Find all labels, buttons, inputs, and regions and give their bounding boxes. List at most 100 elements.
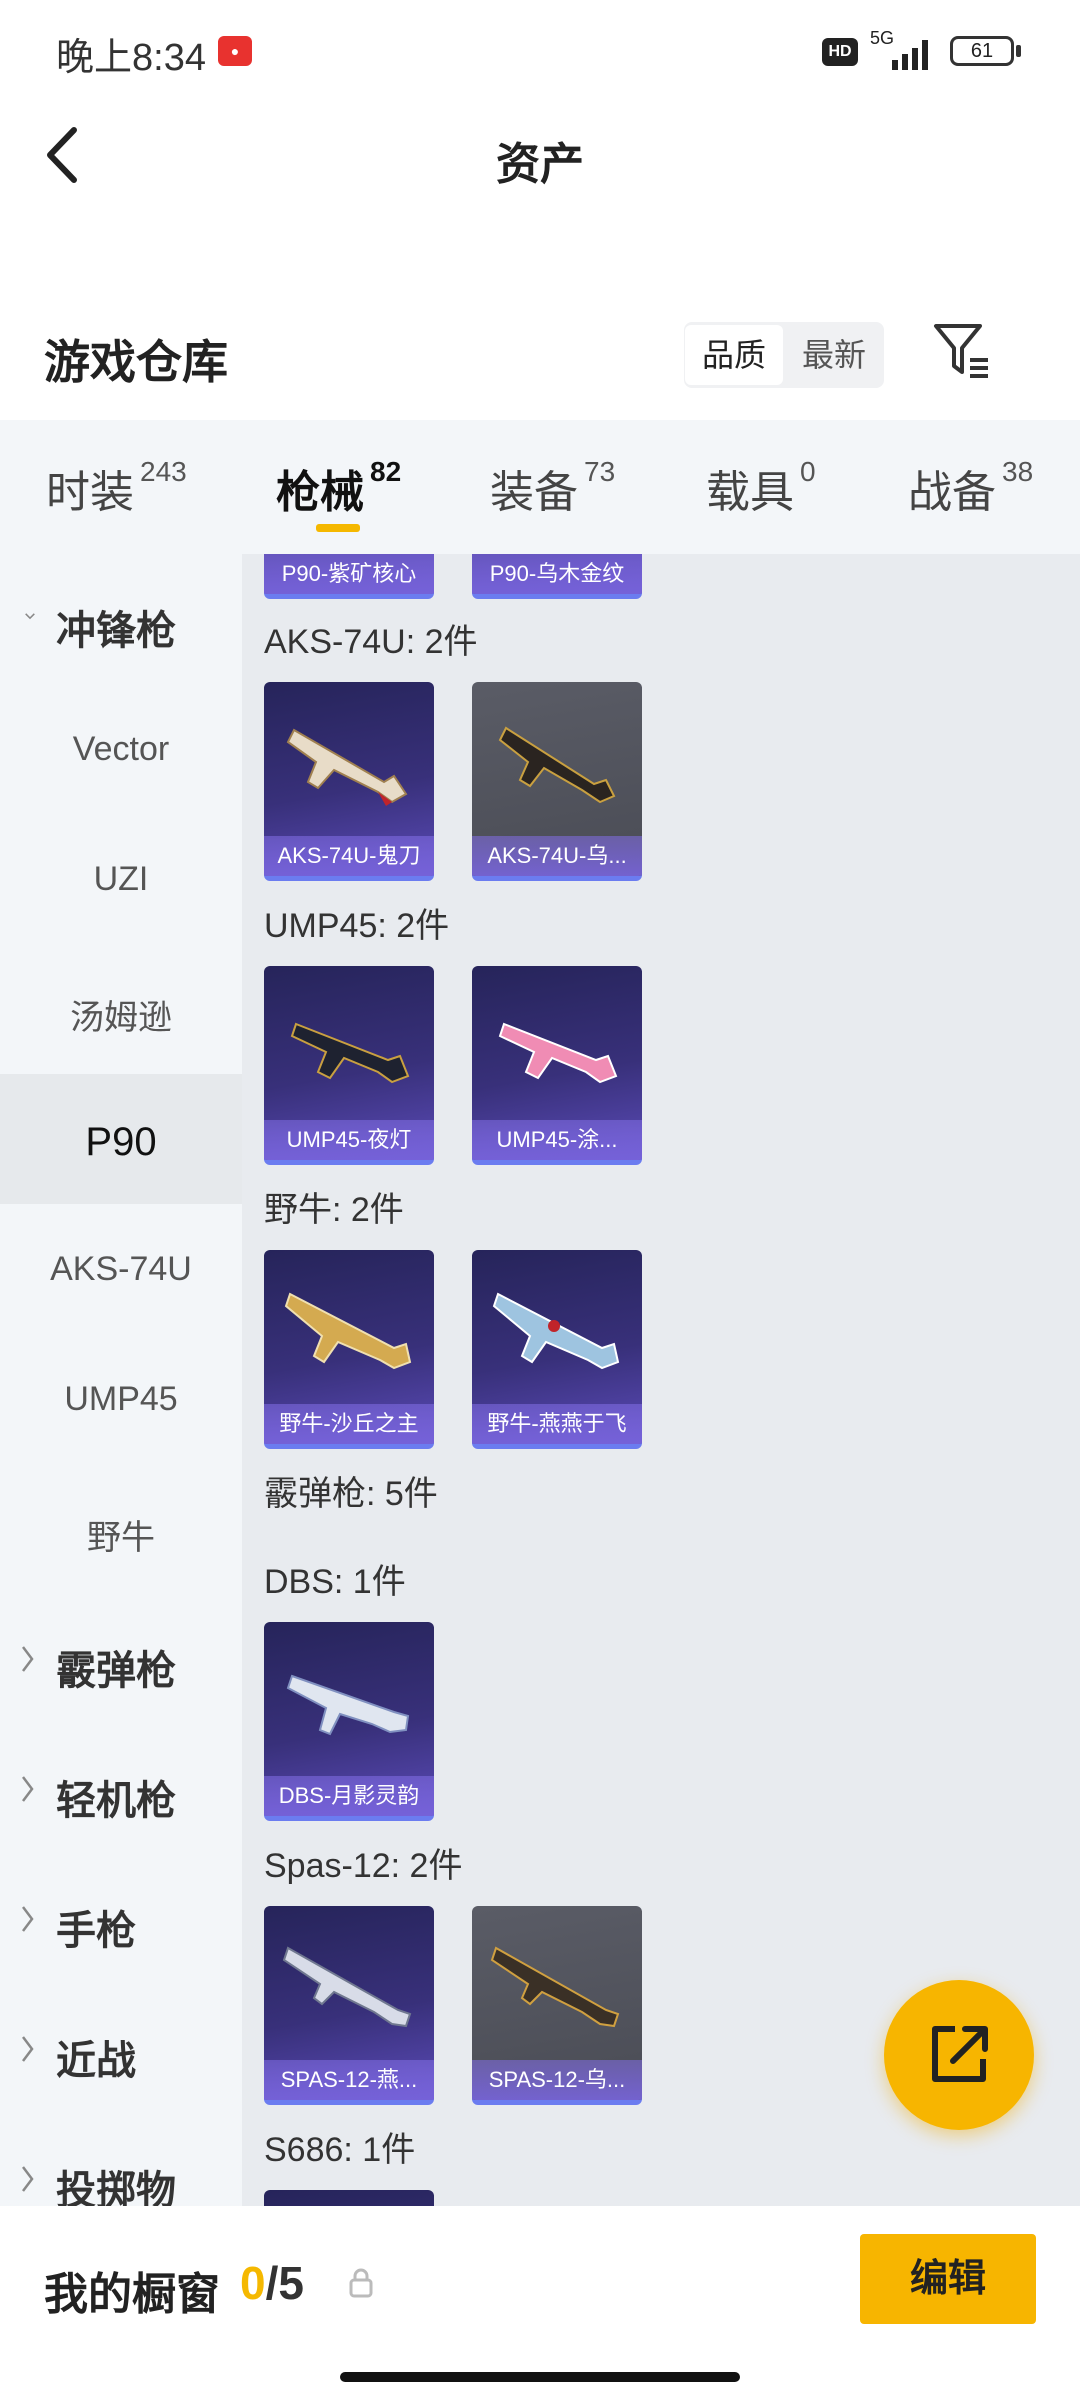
group-header: 霰弹枪: 5件 [264,1475,438,1513]
group-header: Spas-12: 2件 [264,1847,463,1885]
sort-toggle: 品质 最新 [684,322,884,388]
category-tabs: 时装 243 枪械 82 装备 73 载具 0 战备 38 [0,420,1080,554]
tab-vehicles[interactable]: 载具 0 [706,456,816,520]
weapon-card-name: 野牛-沙丘之主 [264,1404,434,1444]
sidebar-item-label: 汤姆逊 [70,999,172,1037]
weapon-card-name: SPAS-12-乌... [472,2060,642,2100]
weapon-image [282,1946,412,2028]
weapon-card[interactable]: P90-紫矿核心 [264,554,434,599]
tab-label: 载具 [706,468,794,517]
page-title: 资产 [496,140,584,189]
sidebar-item-label: UMP45 [64,1380,178,1418]
chevron-right-icon [22,2036,34,2062]
weapon-card-name: AKS-74U-乌... [472,836,642,876]
weapon-card[interactable]: AKS-74U-乌... [472,682,642,881]
sidebar-category-smg[interactable]: 冲锋枪 [0,554,242,684]
sidebar-category-throwable[interactable]: 投掷物 [0,2114,242,2206]
tab-count: 38 [1002,456,1034,487]
app-notification-icon: ● [218,36,252,66]
edit-button[interactable]: 编辑 [860,2234,1036,2324]
showcase-current: 0 [240,2257,266,2309]
sidebar-item-label: P90 [85,1120,157,1164]
weapon-image [284,1292,412,1370]
tab-supplies[interactable]: 战备 38 [908,456,1033,520]
sort-newest-button[interactable]: 最新 [785,325,883,385]
tab-label: 装备 [490,468,578,517]
sidebar-item-uzi[interactable]: UZI [0,814,242,944]
group-header: S686: 1件 [264,2131,416,2169]
sidebar-category-label: 轻机枪 [56,1779,176,1823]
chevron-right-icon [22,2166,34,2192]
sidebar-item-label: Vector [72,730,170,768]
battery-icon: 61 [950,36,1014,66]
showcase-label: 我的橱窗 [44,2270,220,2319]
tab-label: 战备 [908,468,996,517]
sort-quality-button[interactable]: 品质 [685,325,783,385]
tab-count: 82 [370,456,402,487]
tab-fashion[interactable]: 时装 243 [46,456,187,520]
lock-icon [349,2268,373,2298]
weapon-card[interactable]: UMP45-夜灯 [264,966,434,1165]
sidebar-item-bizon[interactable]: 野牛 [0,1464,242,1594]
sidebar-item-ump45[interactable]: UMP45 [0,1334,242,1464]
weapon-image [286,728,408,806]
tab-equipment[interactable]: 装备 73 [490,456,615,520]
active-tab-indicator [316,524,360,532]
sidebar-category-shotgun[interactable]: 霰弹枪 [0,1594,242,1724]
showcase-separator: / [265,2257,279,2309]
weapon-image [492,1292,620,1370]
battery-level: 61 [970,40,994,62]
sidebar-category-lmg[interactable]: 轻机枪 [0,1724,242,1854]
tab-firearms[interactable]: 枪械 82 [276,456,401,520]
sidebar-item-label: AKS-74U [50,1250,192,1288]
weapon-card[interactable]: SPAS-12-乌... [472,1906,642,2105]
sidebar-category-label: 手枪 [56,1909,136,1953]
weapon-card[interactable]: P90-乌木金纹 [472,554,642,599]
group-header: UMP45: 2件 [264,907,450,945]
weapon-card[interactable]: UMP45-涂... [472,966,642,1165]
weapon-card-name: 野牛-燕燕于飞 [472,1404,642,1444]
warehouse-title: 游戏仓库 [44,336,228,388]
share-button[interactable] [884,1980,1034,2130]
weapon-card[interactable]: DBS-月影灵韵 [264,1622,434,1821]
weapon-card-name: AKS-74U-鬼刀 [264,836,434,876]
weapon-sidebar: 冲锋枪 Vector UZI 汤姆逊 P90 AKS-74U UMP45 野牛 … [0,554,242,2206]
showcase-total: 5 [278,2257,304,2309]
tab-count: 243 [140,456,187,487]
weapon-card-name: DBS-月影灵韵 [264,1776,434,1816]
weapon-card[interactable]: 野牛-沙丘之主 [264,1250,434,1449]
sidebar-item-vector[interactable]: Vector [0,684,242,814]
weapon-card-name: UMP45-涂... [472,1120,642,1160]
sidebar-category-melee[interactable]: 近战 [0,1984,242,2114]
chevron-right-icon [22,1646,34,1672]
tab-label: 时装 [46,468,134,517]
status-bar: 晚上8:34 ● HD 5G 61 [0,0,1080,100]
sidebar-item-label: UZI [93,860,149,898]
sidebar-item-thompson[interactable]: 汤姆逊 [0,944,242,1074]
signal-icon [892,40,928,70]
sidebar-item-aks74u[interactable]: AKS-74U [0,1204,242,1334]
group-header: AKS-74U: 2件 [264,623,478,661]
weapon-card-name: SPAS-12-燕... [264,2060,434,2100]
weapon-card[interactable]: AKS-74U-鬼刀 [264,682,434,881]
weapon-card[interactable]: 野牛-燕燕于飞 [472,1250,642,1449]
weapon-card[interactable]: SPAS-12-燕... [264,1906,434,2105]
home-indicator[interactable] [340,2372,740,2382]
weapon-card-name: P90-乌木金纹 [472,554,642,594]
battery-tip [1016,45,1021,57]
filter-icon[interactable] [930,318,994,382]
tab-label: 枪械 [276,468,364,517]
weapon-image [290,1022,410,1084]
status-time: 晚上8:34 [56,37,206,79]
group-header: DBS: 1件 [264,1563,406,1601]
weapon-card-name: UMP45-夜灯 [264,1120,434,1160]
sidebar-category-pistol[interactable]: 手枪 [0,1854,242,1984]
weapon-image [498,1022,618,1084]
hd-badge: HD [822,38,858,66]
weapon-card[interactable] [264,2190,434,2206]
sidebar-item-p90[interactable]: P90 [0,1074,242,1204]
weapon-image [490,1946,620,2028]
sidebar-category-label: 投掷物 [56,2169,176,2206]
weapon-image [498,726,616,804]
weapon-card-name: P90-紫矿核心 [264,554,434,594]
